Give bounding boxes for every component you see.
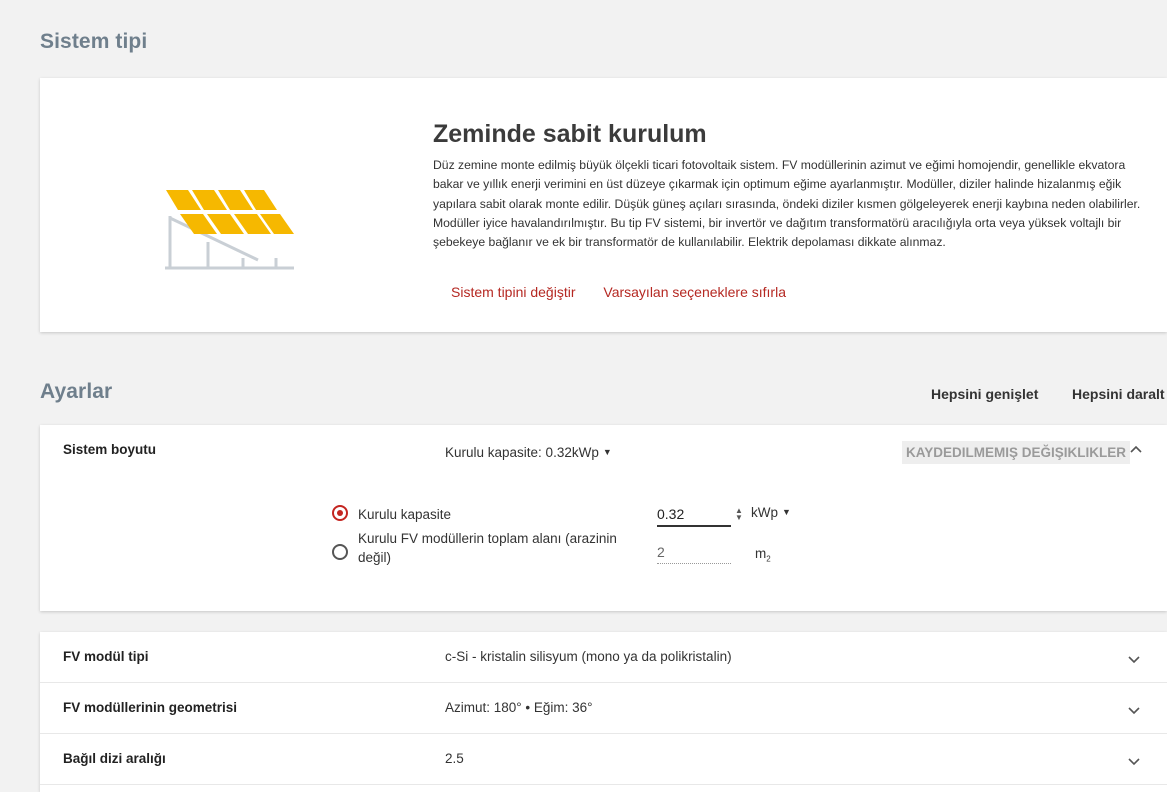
area-option-label-line2: değil)	[358, 550, 392, 565]
row-label: FV modüllerinin geometrisi	[63, 700, 238, 715]
area-input[interactable]	[657, 541, 731, 564]
expand-all-button[interactable]: Hepsini genişlet	[931, 386, 1038, 402]
system-size-summary-text: Kurulu kapasite: 0.32kWp	[445, 445, 599, 460]
capacity-radio[interactable]	[332, 505, 348, 521]
area-option-label: Kurulu FV modüllerin toplam alanı (arazi…	[358, 529, 617, 567]
row-row-spacing[interactable]: Bağıl dizi aralığı 2.5	[40, 734, 1167, 785]
chevron-down-icon[interactable]	[1127, 705, 1141, 715]
area-unit: m2	[755, 546, 771, 564]
caret-down-icon: ▼	[602, 447, 612, 457]
row-value: 2.5	[445, 751, 464, 766]
area-unit-text: m	[755, 546, 767, 561]
row-pv-module-type[interactable]: FV modül tipi c-Si - kristalin silisyum …	[40, 632, 1167, 683]
row-pv-geometry[interactable]: FV modüllerinin geometrisi Azimut: 180° …	[40, 683, 1167, 734]
system-type-description: Düz zemine monte edilmiş büyük ölçekli t…	[433, 158, 1141, 250]
row-value: Azimut: 180° • Eğim: 36°	[445, 700, 593, 715]
capacity-stepper-icon[interactable]: ▲ ▼	[735, 507, 743, 522]
system-type-title: Sistem tipi	[40, 30, 148, 53]
area-unit-exponent: 2	[766, 554, 771, 564]
area-radio[interactable]	[332, 544, 348, 560]
chevron-down-icon[interactable]	[1127, 756, 1141, 766]
capacity-unit-select[interactable]: kWp ▼	[751, 505, 791, 520]
capacity-option-label: Kurulu kapasite	[358, 507, 452, 522]
chevron-down-icon[interactable]	[1127, 654, 1141, 664]
change-system-type-link[interactable]: Sistem tipini değiştir	[451, 284, 576, 300]
reset-defaults-link[interactable]: Varsayılan seçeneklere sıfırla	[603, 284, 786, 300]
settings-title: Ayarlar	[40, 380, 113, 403]
row-label: Bağıl dizi aralığı	[63, 751, 166, 766]
area-option-label-line1: Kurulu FV modüllerin toplam alanı (arazi…	[358, 531, 617, 546]
capacity-unit-text: kWp	[751, 505, 778, 520]
caret-down-icon: ▼	[782, 507, 791, 517]
system-type-card: Zeminde sabit kurulum Düz zemine monte e…	[40, 78, 1167, 332]
unsaved-changes-badge: KAYDEDILMEMIŞ DEĞIŞIKLIKLER	[902, 441, 1131, 464]
capacity-input[interactable]	[657, 503, 731, 527]
collapse-all-button[interactable]: Hepsini daralt	[1072, 386, 1165, 402]
system-size-label: Sistem boyutu	[63, 442, 157, 457]
system-size-panel: Sistem boyutu Kurulu kapasite: 0.32kWp ▼ …	[40, 425, 1167, 611]
row-value: c-Si - kristalin silisyum (mono ya da po…	[445, 649, 732, 664]
chevron-up-icon[interactable]	[1128, 443, 1144, 455]
system-size-summary[interactable]: Kurulu kapasite: 0.32kWp ▼	[445, 445, 612, 460]
row-label: FV modül tipi	[63, 649, 149, 664]
system-type-name: Zeminde sabit kurulum	[433, 120, 707, 148]
settings-rows: FV modül tipi c-Si - kristalin silisyum …	[40, 632, 1167, 792]
solar-panel-icon	[165, 190, 294, 270]
